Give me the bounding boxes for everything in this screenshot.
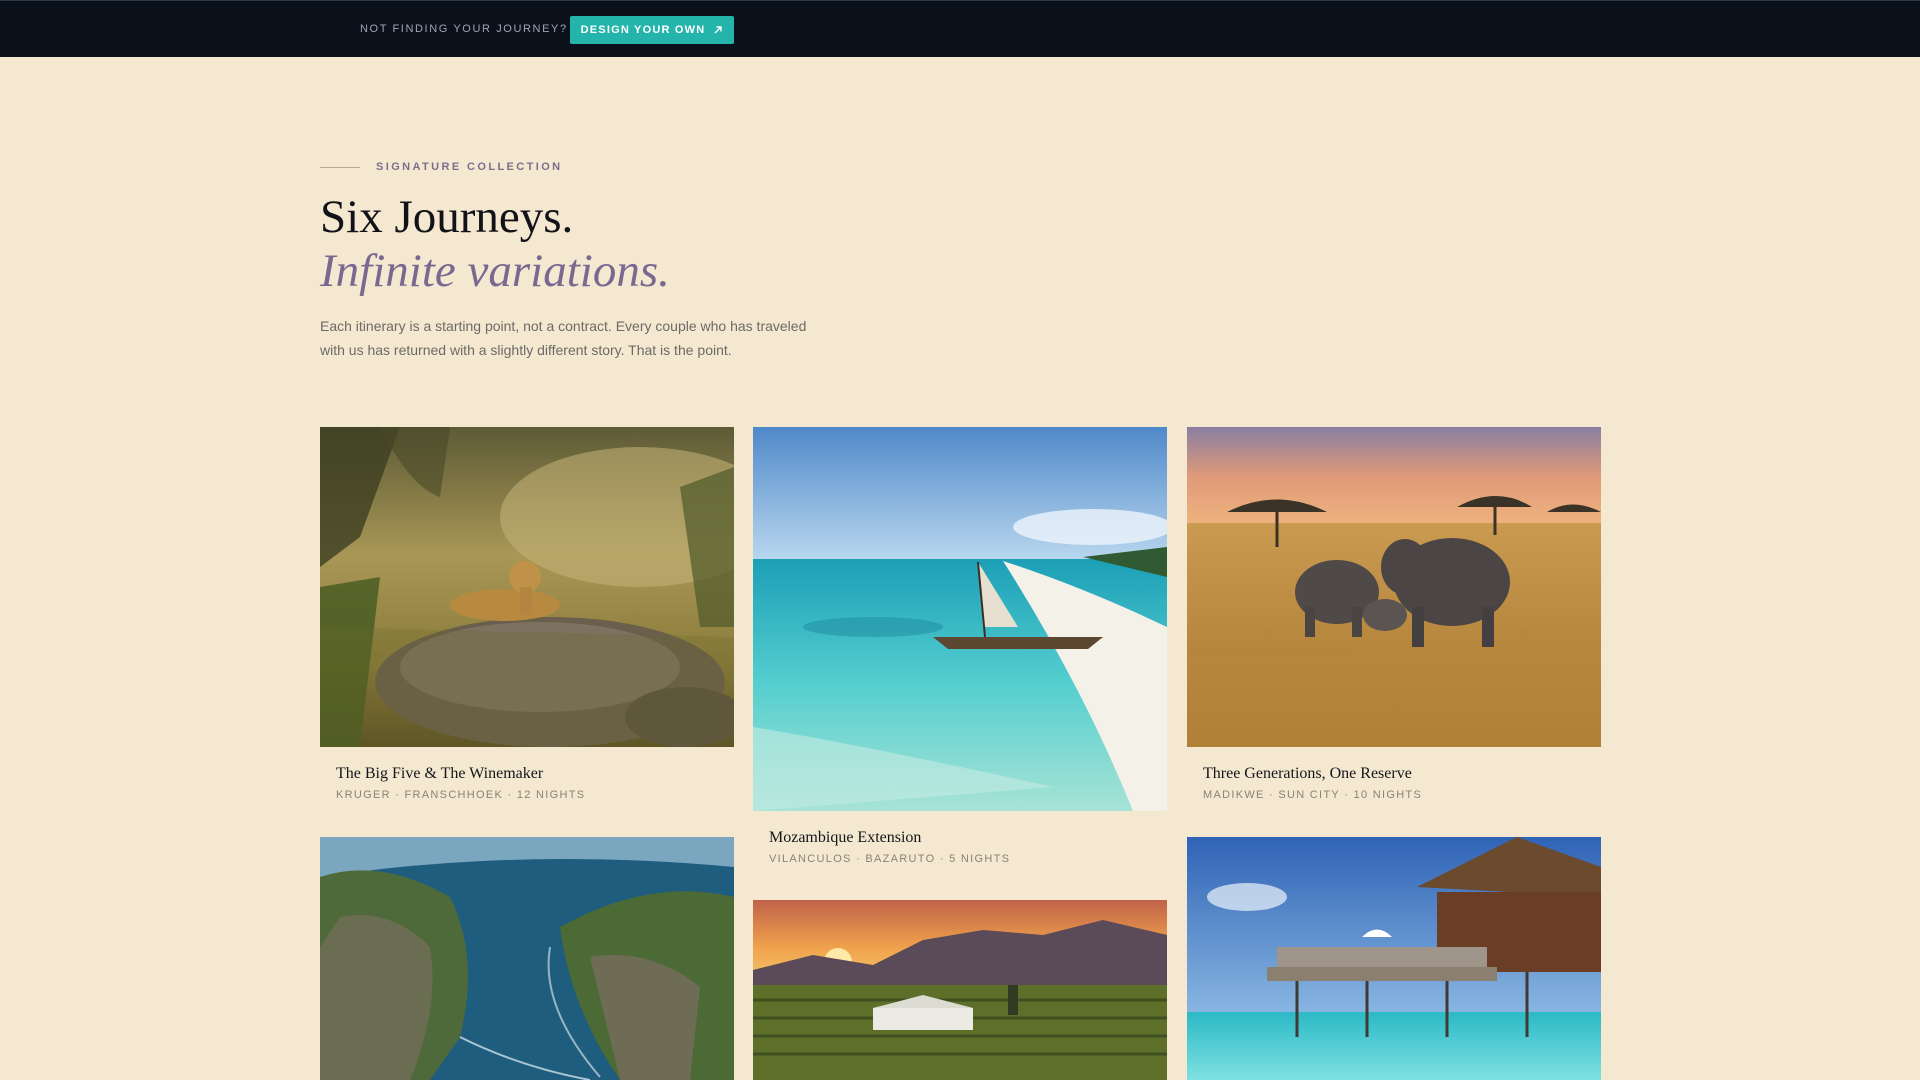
vineyard-sunset-photo (753, 900, 1167, 1080)
leopard-photo (320, 427, 734, 747)
journey-title: Mozambique Extension (769, 829, 922, 846)
journey-title: The Big Five & The Winemaker (336, 765, 544, 782)
journey-card-three-generations[interactable]: Three Generations, One Reserve MADIKWE ·… (1187, 427, 1601, 801)
journey-card-overwater[interactable] (1187, 837, 1601, 1080)
coastline-aerial-photo (320, 837, 734, 1080)
journey-meta: MADIKWE · SUN CITY · 10 NIGHTS (1203, 789, 1423, 801)
eyebrow-divider (320, 166, 360, 168)
page-subtitle: Infinite variations. (320, 245, 670, 297)
design-prompt-text: NOT FINDING YOUR JOURNEY? (360, 23, 568, 35)
page-title: Six Journeys. (320, 191, 574, 243)
journey-card-coastline[interactable] (320, 837, 734, 1080)
design-your-own-label: DESIGN YOUR OWN (580, 24, 706, 36)
journey-card-big-five[interactable]: The Big Five & The Winemaker KRUGER · FR… (320, 427, 734, 801)
arrow-up-right-icon (714, 26, 723, 34)
top-bar: NOT FINDING YOUR JOURNEY? DESIGN YOUR OW… (0, 0, 1920, 57)
beach-dhow-photo (753, 427, 1167, 811)
journey-card-mozambique[interactable]: Mozambique Extension VILANCULOS · BAZARU… (753, 427, 1167, 865)
journey-card-vineyard[interactable] (753, 900, 1167, 1080)
journey-meta: VILANCULOS · BAZARUTO · 5 NIGHTS (769, 853, 1011, 865)
section-intro: Each itinerary is a starting point, not … (320, 318, 807, 358)
section-eyebrow: SIGNATURE COLLECTION (320, 160, 563, 174)
journey-meta: KRUGER · FRANSCHHOEK · 12 NIGHTS (336, 789, 586, 801)
journey-title: Three Generations, One Reserve (1203, 765, 1412, 782)
elephants-photo (1187, 427, 1601, 747)
eyebrow-label: SIGNATURE COLLECTION (376, 161, 563, 173)
overwater-villa-photo (1187, 837, 1601, 1080)
design-your-own-button[interactable]: DESIGN YOUR OWN (570, 16, 734, 44)
